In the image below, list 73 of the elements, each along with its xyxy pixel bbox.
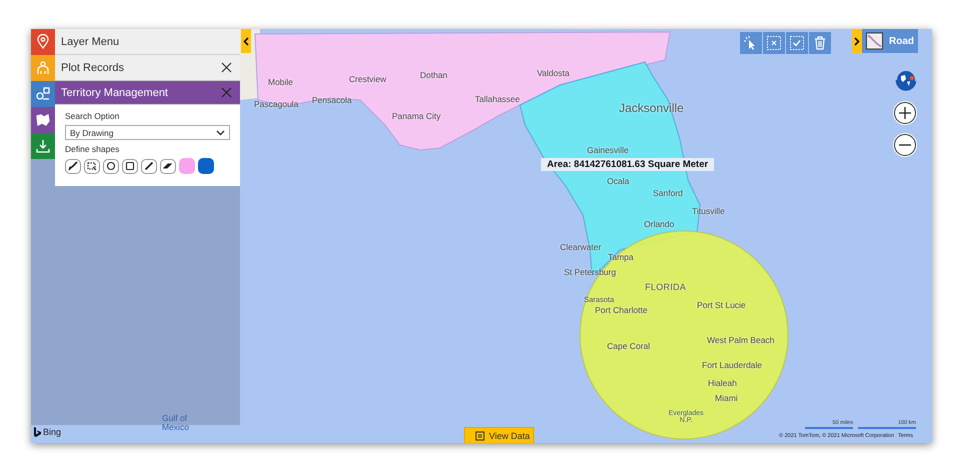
- dashed-box-x-icon: [766, 35, 782, 51]
- search-option-label: Search Option: [65, 111, 120, 121]
- chevron-down-icon: [216, 130, 225, 136]
- plot-records-title: Plot Records: [61, 62, 124, 74]
- delete-button[interactable]: [809, 32, 831, 54]
- people-icon: [35, 60, 51, 76]
- trash-icon: [812, 35, 828, 51]
- eraser-tool-button[interactable]: [160, 158, 176, 174]
- globe-icon: [894, 68, 918, 92]
- eraser-icon: [163, 161, 173, 171]
- map-label: Miami: [715, 394, 738, 402]
- define-shapes-label: Define shapes: [65, 144, 120, 154]
- map-view[interactable]: [31, 29, 932, 443]
- route-icon: [35, 86, 51, 102]
- map-label: Orlando: [644, 220, 674, 228]
- chevron-right-icon: [854, 36, 860, 46]
- download-icon: [35, 138, 51, 154]
- zoom-in-button[interactable]: [894, 102, 916, 124]
- map-label: Pensacola: [312, 96, 352, 104]
- map-label: Gainesville: [587, 146, 629, 154]
- dashed-box-check-icon: [789, 35, 805, 51]
- map-label: Crestview: [349, 75, 386, 84]
- expand-basemap-button[interactable]: [852, 29, 862, 53]
- select-tool-button[interactable]: [84, 158, 100, 174]
- collapse-panel-button[interactable]: [241, 29, 251, 53]
- bing-logo-icon: [34, 427, 41, 437]
- map-label: Clearwater: [560, 243, 602, 252]
- map-label: Valdosta: [537, 69, 570, 78]
- table-icon: [475, 430, 485, 440]
- circle-tool-button[interactable]: [103, 158, 119, 174]
- territory-management-title: Territory Management: [61, 86, 168, 98]
- square-tool-button[interactable]: [122, 158, 138, 174]
- map-label: West Palm Beach: [707, 336, 774, 344]
- map-label: Port Charlotte: [595, 306, 648, 314]
- circle-icon: [106, 161, 116, 171]
- territory-icon: [35, 112, 51, 128]
- bing-logo-text: Bing: [43, 427, 62, 437]
- color-swatch[interactable]: [198, 158, 214, 174]
- map-label: Gulf of Mexico: [162, 414, 190, 431]
- map-label: Dothan: [420, 71, 448, 80]
- layer-menu-header[interactable]: Layer Menu: [55, 29, 240, 55]
- search-option-dropdown[interactable]: By Drawing: [65, 125, 230, 140]
- map-label: Cape Coral: [607, 342, 650, 350]
- confirm-selection-button[interactable]: [786, 32, 808, 54]
- pencil-icon: [144, 161, 154, 171]
- map-label: Hialeah: [708, 379, 737, 388]
- pencil-tool-button[interactable]: [141, 158, 157, 174]
- chevron-left-icon: [243, 36, 249, 46]
- layer-menu-title: Layer Menu: [61, 36, 120, 48]
- map-thumbnail-icon: [866, 32, 883, 50]
- close-icon[interactable]: [221, 62, 232, 73]
- pin-icon: [35, 34, 51, 50]
- brush-tool-button[interactable]: [65, 158, 81, 174]
- zoom-out-button[interactable]: [894, 134, 916, 156]
- select-icon: [87, 161, 97, 171]
- map-label: Panama City: [392, 112, 441, 120]
- map-label: Sanford: [653, 189, 683, 198]
- area-tooltip: Area: 84142761081.63 Square Meter: [541, 158, 714, 171]
- view-data-button[interactable]: View Data: [464, 427, 534, 443]
- map-label: Jacksonville: [619, 102, 684, 114]
- map-label: Titusville: [692, 207, 725, 216]
- map-label: Port St Lucie: [697, 301, 746, 310]
- clear-selection-button[interactable]: [763, 32, 785, 54]
- color-swatch[interactable]: [179, 158, 195, 174]
- map-label: FLORIDA: [645, 283, 686, 292]
- map-label: Mobile: [268, 78, 294, 86]
- map-label: Tallahassee: [475, 95, 520, 104]
- plus-icon: [898, 106, 912, 120]
- map-label: Fort Lauderdale: [702, 361, 762, 370]
- map-label: Pascagoula: [254, 100, 298, 108]
- brush-icon: [68, 161, 78, 171]
- square-icon: [125, 161, 135, 171]
- map-label: Ocala: [607, 177, 630, 186]
